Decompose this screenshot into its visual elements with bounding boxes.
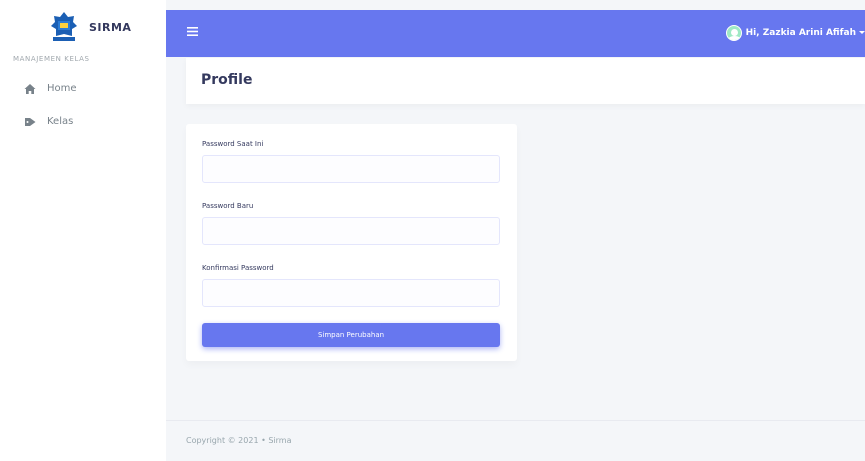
footer-copyright: Copyright © 2021 • Sirma	[186, 436, 292, 445]
user-greeting: Hi, Zazkia Arini Afifah	[745, 27, 856, 38]
sidebar-item-label: Kelas	[47, 116, 74, 127]
profile-form-card: Password Saat Ini Password Baru Konfirma…	[186, 124, 517, 361]
user-dropdown[interactable]: Hi, Zazkia Arini Afifah	[725, 24, 865, 41]
sidebar-item-home[interactable]: Home	[0, 77, 166, 101]
page-title: Profile	[201, 72, 253, 88]
save-changes-button[interactable]: Simpan Perubahan	[202, 323, 500, 347]
top-navbar: Hi, Zazkia Arini Afifah	[166, 10, 865, 57]
confirm-password-field[interactable]	[202, 279, 500, 307]
brand-name: SIRMA	[89, 21, 132, 34]
university-logo	[51, 11, 77, 43]
current-password-field[interactable]	[202, 155, 500, 183]
confirm-password-label: Konfirmasi Password	[202, 264, 274, 272]
footer: Copyright © 2021 • Sirma	[166, 420, 865, 461]
hamburger-menu-icon[interactable]	[187, 27, 198, 36]
sidebar: SIRMA MANAJEMEN KELAS Home Kelas	[0, 0, 166, 461]
sidebar-item-label: Home	[47, 83, 77, 94]
new-password-field[interactable]	[202, 217, 500, 245]
brand[interactable]: SIRMA	[0, 0, 166, 50]
chevron-down-icon	[859, 31, 865, 34]
avatar	[725, 24, 742, 41]
new-password-label: Password Baru	[202, 202, 254, 210]
tag-icon	[25, 118, 36, 126]
sidebar-section-header: MANAJEMEN KELAS	[13, 55, 90, 63]
sidebar-item-kelas[interactable]: Kelas	[0, 110, 166, 134]
home-icon	[24, 84, 36, 94]
current-password-label: Password Saat Ini	[202, 140, 264, 148]
section-header: Profile	[186, 58, 865, 104]
